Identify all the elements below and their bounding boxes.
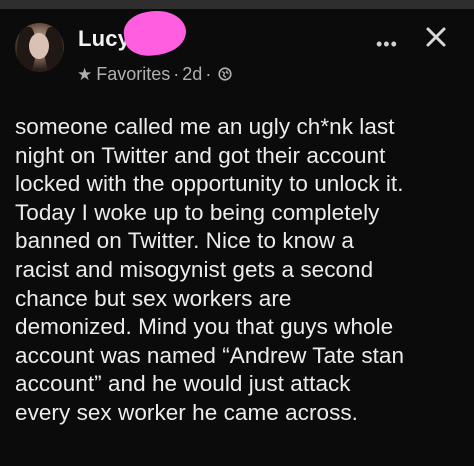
post-header: Lucy ★ Favorites · 2d · ••• [0,6,474,104]
post-body: someone called me an ugly ch*nk last nig… [15,113,465,428]
post-body-line: every sex worker he came across. [15,399,358,425]
meta-separator: · [173,63,180,84]
top-status-bar [0,0,474,9]
post-body-line: someone called me an ugly ch*nk last [15,114,395,139]
post-body-line: night on Twitter and got their account [15,142,386,168]
post-meta: ★ Favorites · 2d · [77,63,232,85]
post-body-line: locked with the opportunity to unlock it… [15,171,404,197]
post-body-line: Today I woke up to being completely [15,199,380,225]
post-body-line: racist and misogynist gets a second [15,256,374,282]
post-time[interactable]: 2d [182,64,202,85]
post-body-line: banned on Twitter. Nice to know a [15,228,354,254]
post-body-line: account was named “Andrew Tate stan [15,342,405,368]
post-body-line: demonized. Mind you that guys whole [15,314,394,340]
close-icon[interactable] [422,23,450,51]
audience-label[interactable]: Favorites [96,64,170,85]
avatar[interactable] [15,23,64,72]
meta-separator-2: · [205,63,212,84]
star-icon: ★ [77,64,93,84]
post-body-line: account” and he would just attack [15,371,351,397]
avatar-face [29,33,49,59]
globe-icon [218,67,232,81]
post-body-line: chance but sex workers are [15,285,292,311]
more-options-icon[interactable]: ••• [376,35,398,53]
author-name[interactable]: Lucy [78,26,130,52]
redaction-scribble [121,6,189,60]
